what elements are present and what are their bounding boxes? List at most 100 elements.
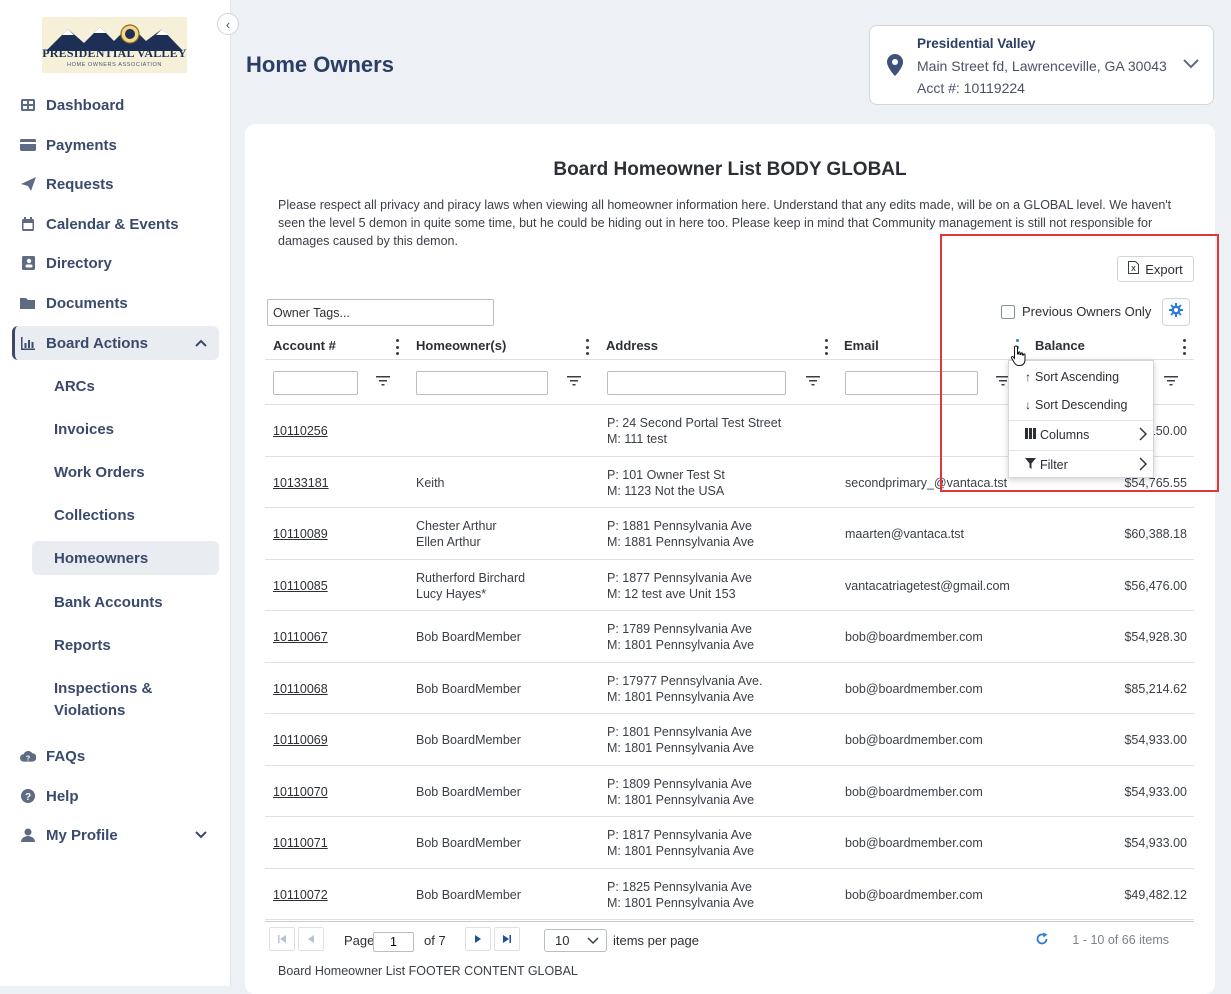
property-address: P: 1817 Pennsylvania Ave bbox=[607, 828, 753, 842]
account-link[interactable]: 10110069 bbox=[273, 732, 328, 748]
privacy-notice: Please respect all privacy and piracy la… bbox=[278, 198, 1172, 248]
sidebar-sub-work-orders[interactable]: Work Orders bbox=[32, 455, 219, 489]
svg-text:?: ? bbox=[25, 792, 31, 803]
logo-title: PRESIDENTIAL VALLEY bbox=[42, 46, 187, 60]
menu-columns[interactable]: Columns bbox=[1009, 421, 1153, 449]
mailing-address: M: 1801 Pennsylvania Ave bbox=[607, 638, 755, 652]
address-cell: P: 101 Owner Test St M: 1123 Not the USA bbox=[607, 467, 725, 499]
first-page-button[interactable] bbox=[269, 927, 295, 951]
account-link[interactable]: 10110256 bbox=[273, 423, 328, 439]
hoa-logo[interactable]: PRESIDENTIAL VALLEY HOME OWNERS ASSOCIAT… bbox=[42, 17, 187, 73]
sidebar-item-directory[interactable]: Directory bbox=[12, 246, 219, 280]
menu-sort-descending[interactable]: ↓ Sort Descending bbox=[1009, 391, 1153, 419]
address-cell: P: 1817 Pennsylvania Ave M: 1801 Pennsylv… bbox=[607, 827, 754, 859]
paper-plane-icon bbox=[20, 176, 36, 192]
account-link[interactable]: 10110072 bbox=[273, 887, 328, 903]
filter-icon[interactable] bbox=[806, 374, 820, 392]
account-link[interactable]: 10110068 bbox=[273, 681, 328, 697]
menu-sort-ascending[interactable]: ↑ Sort Ascending bbox=[1009, 363, 1153, 391]
email-cell: bob@boardmember.com bbox=[845, 681, 983, 696]
sidebar-item-faqs[interactable]: ? FAQs bbox=[12, 739, 219, 773]
refresh-icon[interactable] bbox=[1035, 932, 1049, 949]
page-size-select[interactable]: 10 bbox=[544, 929, 607, 952]
account-filter-input[interactable] bbox=[273, 371, 358, 395]
chevron-up-icon bbox=[195, 335, 207, 350]
sidebar-item-documents[interactable]: Documents bbox=[12, 286, 219, 320]
collapse-sidebar-button[interactable]: ‹ bbox=[217, 13, 239, 35]
map-pin-icon bbox=[887, 54, 903, 81]
menu-item-label: Columns bbox=[1040, 428, 1090, 442]
page-number-input[interactable] bbox=[373, 932, 414, 952]
sidebar-sub-bank-accounts[interactable]: Bank Accounts bbox=[32, 585, 219, 619]
column-header-homeowners[interactable]: Homeowner(s) bbox=[416, 338, 506, 353]
previous-owners-toggle[interactable]: Previous Owners Only bbox=[1001, 304, 1151, 319]
sidebar-item-payments[interactable]: Payments bbox=[12, 128, 219, 162]
address-cell: P: 1825 Pennsylvania Ave M: 1801 Pennsylv… bbox=[607, 879, 754, 911]
sidebar-sub-collections[interactable]: Collections bbox=[32, 498, 219, 532]
dashboard-icon bbox=[20, 97, 36, 113]
prev-page-button[interactable] bbox=[298, 927, 324, 951]
menu-filter[interactable]: Filter bbox=[1009, 451, 1153, 479]
email-cell: vantacatriagetest@gmail.com bbox=[845, 578, 1010, 593]
homeowner-filter-input[interactable] bbox=[416, 371, 548, 395]
sidebar-sub-inspections[interactable]: Inspections & Violations bbox=[32, 676, 172, 724]
grid-settings-button[interactable] bbox=[1162, 298, 1190, 326]
balance-cell: $54,933.00 bbox=[1124, 733, 1187, 747]
sidebar-item-dashboard[interactable]: Dashboard bbox=[12, 88, 219, 122]
filter-icon[interactable] bbox=[376, 374, 390, 392]
page-count-label: of 7 bbox=[424, 933, 446, 948]
account-link[interactable]: 10110085 bbox=[273, 578, 328, 594]
chevron-down-icon[interactable] bbox=[1183, 56, 1199, 74]
gear-icon bbox=[1169, 302, 1183, 322]
sidebar-item-help[interactable]: ? Help bbox=[12, 779, 219, 813]
column-header-email[interactable]: Email bbox=[844, 338, 879, 353]
sidebar-item-label: Payments bbox=[46, 136, 117, 154]
list-footer: Board Homeowner List FOOTER CONTENT GLOB… bbox=[278, 964, 578, 978]
sidebar-item-board-actions[interactable]: Board Actions bbox=[12, 326, 219, 360]
account-link[interactable]: 10133181 bbox=[273, 475, 329, 491]
address-cell: P: 1801 Pennsylvania Ave M: 1801 Pennsylv… bbox=[607, 724, 754, 756]
svg-text:?: ? bbox=[26, 753, 31, 762]
last-page-button[interactable] bbox=[494, 927, 520, 951]
mailing-address: M: 1801 Pennsylvania Ave bbox=[607, 792, 755, 807]
page-label: Page bbox=[344, 933, 375, 948]
next-page-button[interactable] bbox=[465, 927, 491, 951]
account-link[interactable]: 10110071 bbox=[273, 835, 328, 851]
email-filter-input[interactable] bbox=[845, 371, 978, 395]
page-size-value: 10 bbox=[555, 933, 570, 948]
column-header-address[interactable]: Address bbox=[606, 338, 658, 353]
sidebar-item-label: My Profile bbox=[46, 826, 118, 844]
column-menu-icon[interactable] bbox=[1181, 339, 1187, 355]
balance-cell: $54,933.00 bbox=[1124, 836, 1187, 850]
export-button[interactable]: X Export bbox=[1117, 256, 1194, 282]
sidebar-sub-arcs[interactable]: ARCs bbox=[32, 369, 219, 403]
column-header-balance[interactable]: Balance bbox=[1035, 338, 1085, 353]
account-link[interactable]: 10110067 bbox=[273, 629, 328, 645]
sidebar-sub-reports[interactable]: Reports bbox=[32, 628, 219, 662]
property-address: P: 1877 Pennsylvania Ave bbox=[607, 570, 753, 585]
page-title: Home Owners bbox=[246, 52, 394, 77]
association-selector[interactable]: Presidential Valley Main Street fd, Lawr… bbox=[869, 25, 1214, 105]
filter-icon[interactable] bbox=[567, 374, 581, 392]
sidebar-sub-homeowners[interactable]: Homeowners bbox=[32, 541, 219, 575]
funnel-icon bbox=[1025, 458, 1036, 472]
address-cell: P: 1881 Pennsylvania Ave M: 1881 Pennsylv… bbox=[607, 518, 754, 550]
sidebar-item-my-profile[interactable]: My Profile bbox=[12, 818, 219, 852]
owner-name: Bob BoardMember bbox=[416, 836, 521, 850]
filter-icon[interactable] bbox=[1164, 374, 1178, 392]
column-menu-icon[interactable] bbox=[394, 339, 400, 355]
account-link[interactable]: 10110089 bbox=[273, 526, 328, 542]
sidebar-item-calendar[interactable]: Calendar & Events bbox=[12, 207, 219, 241]
property-address: P: 1881 Pennsylvania Ave bbox=[607, 519, 753, 533]
column-menu-icon[interactable] bbox=[823, 339, 829, 355]
owner-name: Bob BoardMember bbox=[416, 887, 521, 902]
account-link[interactable]: 10110070 bbox=[273, 784, 328, 800]
previous-owners-checkbox[interactable] bbox=[1001, 304, 1015, 319]
address-filter-input[interactable] bbox=[607, 371, 786, 395]
owner-name: Bob BoardMember bbox=[416, 733, 521, 747]
sidebar-item-requests[interactable]: Requests bbox=[12, 167, 219, 201]
column-menu-icon[interactable] bbox=[584, 339, 590, 355]
column-header-account[interactable]: Account # bbox=[273, 338, 336, 353]
owner-tags-input[interactable] bbox=[267, 299, 494, 326]
sidebar-sub-invoices[interactable]: Invoices bbox=[32, 412, 219, 446]
